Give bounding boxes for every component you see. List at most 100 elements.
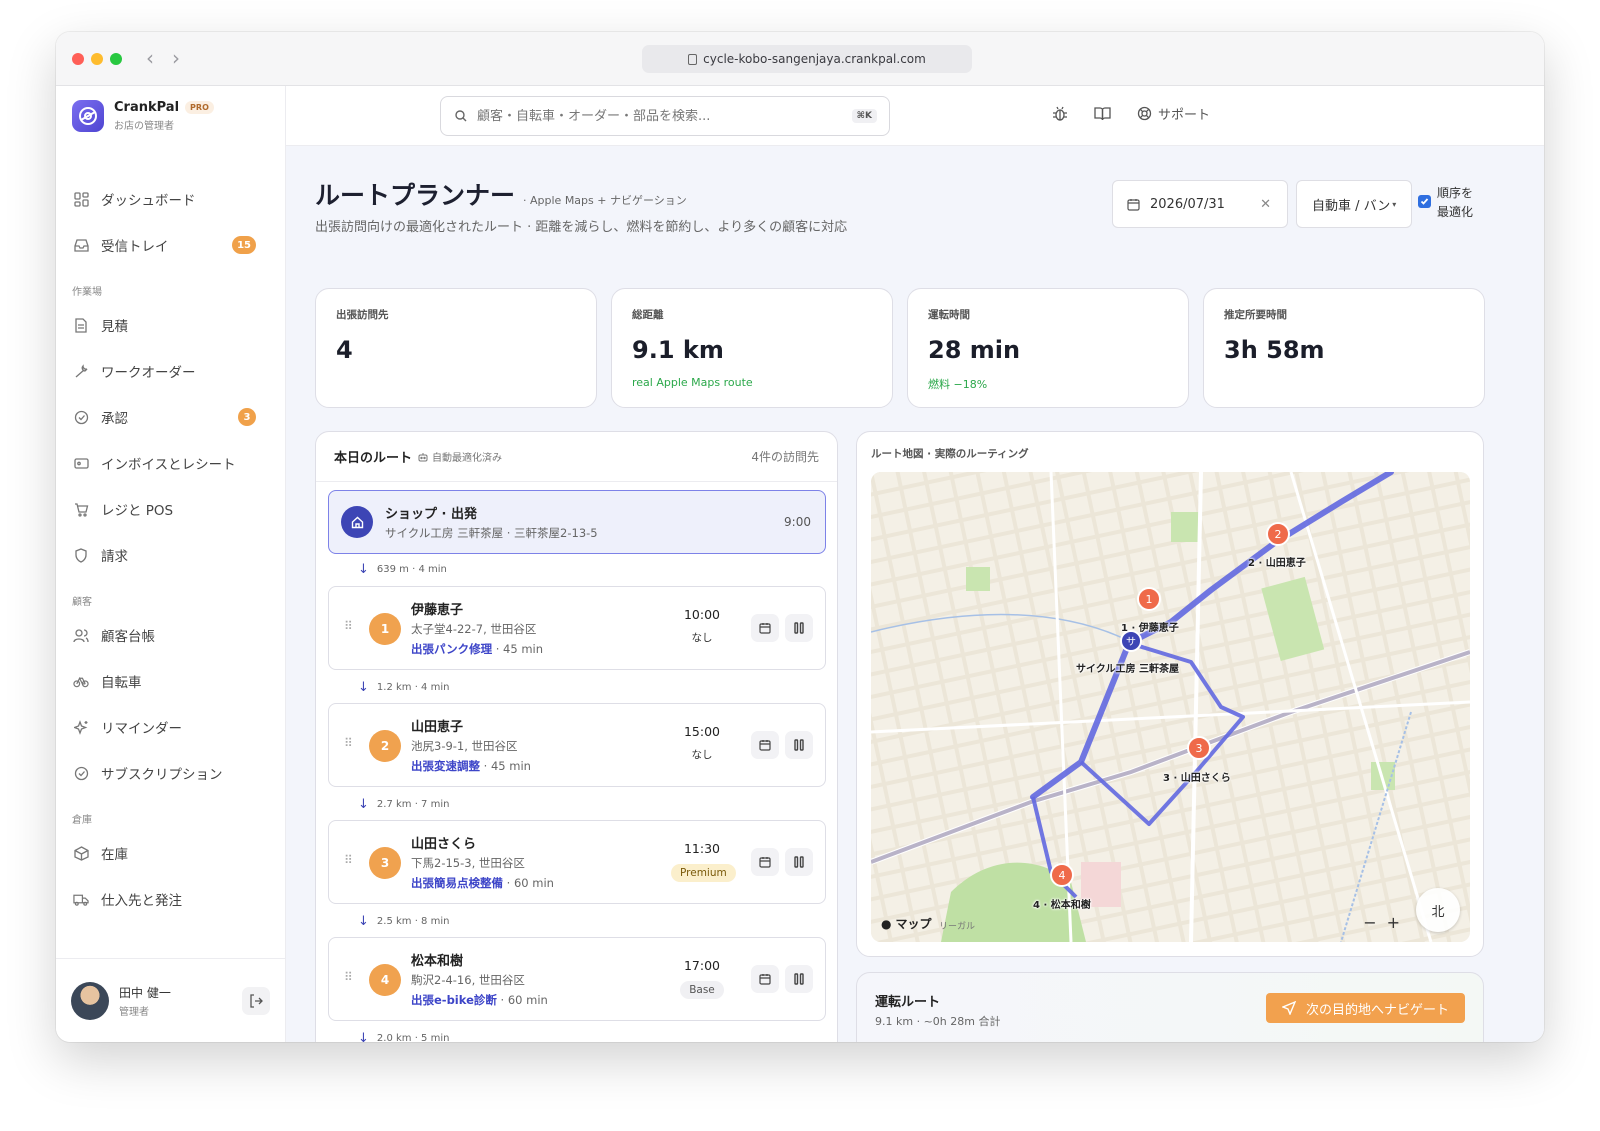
stat-label: 総距離 [632, 309, 664, 321]
sidebar-item-subscriptions[interactable]: サブスクリプション [56, 750, 286, 796]
cart-icon [73, 501, 89, 517]
support-button[interactable]: サポート [1137, 104, 1210, 123]
arrow-down-icon: ↓ [358, 797, 369, 812]
service-link[interactable]: 出張簡易点検整備 [411, 876, 503, 890]
shortcut-hint: ⌘K [851, 109, 877, 123]
map-legal-link[interactable]: リーガル [939, 919, 975, 932]
topbar: ⌘K サポート [286, 86, 1544, 146]
zoom-window-button[interactable] [110, 53, 122, 65]
compass-button[interactable]: 北 [1416, 888, 1460, 932]
bicycle-icon [73, 673, 89, 689]
clear-date-icon[interactable]: ✕ [1260, 197, 1271, 212]
schedule-button[interactable] [751, 965, 779, 993]
sidebar-item-invoices[interactable]: インボイスとレシート [56, 440, 286, 486]
sidebar-item-billing[interactable]: 請求 [56, 532, 286, 578]
stat-note: 燃料 −18% [928, 378, 988, 391]
date-picker[interactable]: 2026/07/31 ✕ [1112, 180, 1288, 228]
schedule-button[interactable] [751, 731, 779, 759]
stat-card-distance: 総距離 9.1 km real Apple Maps route [611, 288, 893, 408]
sidebar-item-customer-ledger[interactable]: 顧客台帳 [56, 612, 286, 658]
stop-time: 10:00 [683, 607, 721, 622]
avatar [71, 981, 109, 1020]
pause-button[interactable] [785, 848, 813, 876]
pause-button[interactable] [785, 965, 813, 993]
sidebar-item-label: 受信トレイ [101, 239, 169, 255]
sidebar-item-reminders[interactable]: リマインダー [56, 704, 286, 750]
zoom-in-button[interactable]: + [1387, 913, 1400, 932]
sidebar-item-pos[interactable]: レジと POS [56, 486, 286, 532]
navigate-next-button[interactable]: 次の目的地へナビゲート [1265, 993, 1465, 1023]
forward-arrow-icon[interactable]: › [172, 46, 180, 70]
brand[interactable]: CrankPal PRO お店の管理者 [72, 100, 214, 132]
sidebar-item-approvals[interactable]: 承認 3 [56, 394, 286, 440]
bug-report-button[interactable] [1052, 106, 1068, 122]
arrow-down-icon: ↓ [358, 914, 369, 929]
drag-handle-icon[interactable]: ⠿ [344, 619, 353, 633]
route-stop-card[interactable]: ⠿ 2 山田恵子 池尻3-9-1, 世田谷区 出張変速調整 · 45 min 1… [328, 703, 826, 787]
drive-route-summary: 9.1 km · ~0h 28m 合計 [875, 1015, 1001, 1028]
leg-distance: 2.0 km · 5 min [376, 1033, 450, 1042]
compass-north-label: 北 [1431, 904, 1445, 920]
leg-distance: 1.2 km · 4 min [376, 682, 450, 693]
date-value: 2026/07/31 [1150, 196, 1225, 212]
stat-value: 28 min [928, 336, 1021, 364]
plan-tag: なし [691, 749, 713, 761]
service-link[interactable]: 出張変速調整 [411, 759, 480, 773]
route-map[interactable]: 1 2 3 4 サ 1 · 伊藤恵子 2 · 山田恵子 3 · 山田さくら 4 … [871, 472, 1470, 942]
schedule-button[interactable] [751, 614, 779, 642]
optimize-order-toggle[interactable]: 順序を 最適化 [1418, 184, 1473, 222]
stat-label: 運転時間 [928, 309, 970, 321]
user-profile[interactable]: 田中 健一 管理者 [56, 958, 286, 1042]
route-leg: ↓ 639 m · 4 min [358, 562, 447, 577]
service-link[interactable]: 出張パンク修理 [411, 642, 492, 656]
close-window-button[interactable] [72, 53, 84, 65]
bug-icon [1053, 106, 1067, 121]
minimize-window-button[interactable] [91, 53, 103, 65]
route-stop-card[interactable]: ⠿ 1 伊藤恵子 太子堂4-22-7, 世田谷区 出張パンク修理 · 45 mi… [328, 586, 826, 670]
sidebar-item-estimates[interactable]: 見積 [56, 302, 286, 348]
pro-badge: PRO [185, 101, 214, 114]
logout-icon [250, 993, 263, 1008]
book-icon [1094, 107, 1111, 121]
docs-button[interactable] [1094, 106, 1111, 121]
sidebar-item-label: レジと POS [101, 503, 174, 519]
service-link[interactable]: 出張e-bike診断 [411, 993, 497, 1007]
stat-card-total-time: 推定所要時間 3h 58m [1203, 288, 1485, 408]
page-title: ルートプランナー [315, 181, 516, 210]
logout-button[interactable] [242, 986, 270, 1015]
back-arrow-icon[interactable]: ‹ [146, 46, 154, 70]
sidebar-item-label: 承認 [101, 411, 128, 427]
address-bar[interactable]: cycle-kobo-sangenjaya.crankpal.com [642, 45, 972, 73]
drag-handle-icon[interactable]: ⠿ [344, 970, 353, 984]
sidebar-item-suppliers[interactable]: 仕入先と発注 [56, 876, 286, 922]
nav-section-workshop: 作業場 [72, 287, 102, 298]
pause-button[interactable] [785, 614, 813, 642]
map-pin-3: 3 [1187, 736, 1211, 760]
pause-button[interactable] [785, 731, 813, 759]
sidebar-item-dashboard[interactable]: ダッシュボード [56, 176, 286, 222]
calendar-icon [759, 974, 771, 985]
sidebar-item-work-orders[interactable]: ワークオーダー [56, 348, 286, 394]
navigate-button-label: 次の目的地へナビゲート [1305, 1002, 1449, 1018]
box-icon [73, 845, 89, 861]
route-stop-card[interactable]: ⠿ 3 山田さくら 下馬2-15-3, 世田谷区 出張簡易点検整備 · 60 m… [328, 820, 826, 904]
sidebar-item-bikes[interactable]: 自転車 [56, 658, 286, 704]
schedule-button[interactable] [751, 848, 779, 876]
customer-name: 山田恵子 [411, 720, 464, 735]
shield-icon [73, 547, 89, 563]
shop-start-card[interactable]: ショップ · 出発 サイクル工房 三軒茶屋 · 三軒茶屋2-13-5 9:00 [328, 490, 826, 554]
sidebar-item-inventory[interactable]: 在庫 [56, 830, 286, 876]
route-stop-card[interactable]: ⠿ 4 松本和樹 駒沢2-4-16, 世田谷区 出張e-bike診断 · 60 … [328, 937, 826, 1021]
customer-address: 太子堂4-22-7, 世田谷区 [411, 622, 537, 636]
search-input[interactable] [477, 108, 837, 124]
zoom-out-button[interactable]: − [1363, 913, 1376, 932]
drag-handle-icon[interactable]: ⠿ [344, 736, 353, 750]
optimize-checkbox[interactable] [1418, 195, 1431, 208]
vehicle-select[interactable]: 自動車 / バン ▾ [1296, 180, 1412, 228]
drag-handle-icon[interactable]: ⠿ [344, 853, 353, 867]
sidebar-item-inbox[interactable]: 受信トレイ 15 [56, 222, 286, 268]
wrench-icon [73, 363, 89, 379]
stop-number: 2 [369, 730, 401, 762]
global-search[interactable]: ⌘K [440, 96, 890, 136]
route-leg: ↓ 2.0 km · 5 min [358, 1031, 449, 1042]
